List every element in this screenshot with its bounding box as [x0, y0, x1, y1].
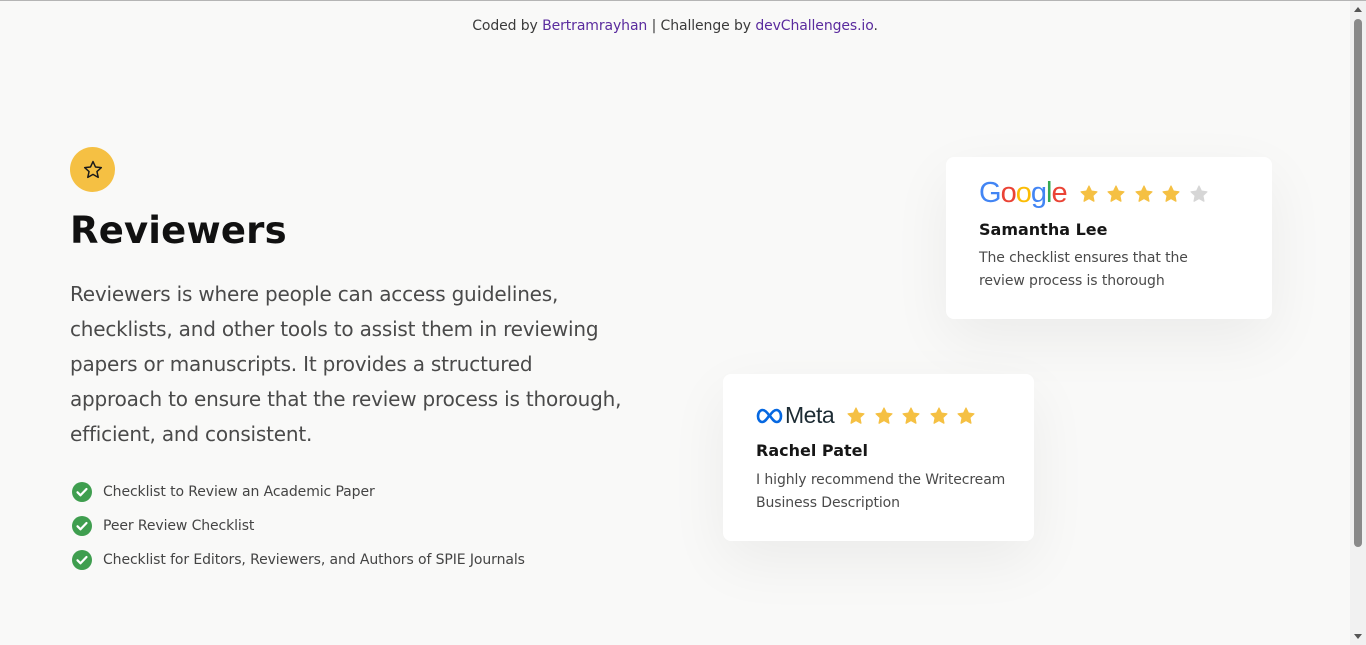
feature-list: Checklist to Review an Academic Paper Pe…: [72, 475, 525, 577]
devchallenges-link[interactable]: devChallenges.io: [755, 18, 873, 34]
vertical-scrollbar[interactable]: [1350, 1, 1366, 645]
star-filled-icon: [1107, 184, 1125, 202]
star-filled-icon: [1162, 184, 1180, 202]
google-logo: Google: [979, 177, 1068, 209]
credit-suffix: .: [873, 18, 878, 34]
scroll-thumb[interactable]: [1354, 19, 1362, 547]
star-filled-icon: [902, 406, 920, 424]
feature-text: Checklist for Editors, Reviewers, and Au…: [103, 552, 525, 568]
star-filled-icon: [847, 406, 865, 424]
check-circle-icon: [72, 482, 92, 502]
review-quote: I highly recommend the Writecream Busine…: [756, 472, 1006, 511]
credit-prefix: Coded by: [472, 18, 538, 34]
credit-separator: | Challenge by: [651, 18, 751, 34]
list-item: Peer Review Checklist: [72, 509, 525, 543]
hero-description: Reviewers is where people can access gui…: [70, 282, 622, 446]
feature-text: Checklist to Review an Academic Paper: [103, 484, 375, 500]
review-card-google: Google Samantha Lee The checklist ensure…: [946, 157, 1272, 319]
star-filled-icon: [1135, 184, 1153, 202]
star-filled-icon: [957, 406, 975, 424]
star-icon: [83, 160, 102, 178]
scroll-up-arrow-icon[interactable]: [1354, 7, 1362, 12]
star-empty-icon: [1190, 184, 1208, 202]
star-badge: [70, 147, 115, 192]
rating-stars: [1079, 184, 1217, 204]
review-card-meta: Meta Rachel Patel I highly recommend the…: [723, 374, 1034, 541]
reviewer-name: Rachel Patel: [756, 441, 868, 460]
author-link[interactable]: Bertramrayhan: [542, 18, 647, 34]
check-circle-icon: [72, 550, 92, 570]
check-circle-icon: [72, 516, 92, 536]
review-card-header: Meta: [756, 402, 984, 429]
star-filled-icon: [1080, 184, 1098, 202]
review-card-header: Google: [979, 179, 1216, 208]
reviewer-name: Samantha Lee: [979, 220, 1108, 239]
review-quote: The checklist ensures that the review pr…: [979, 250, 1188, 289]
rating-stars: [846, 406, 984, 426]
meta-infinity-icon: [756, 408, 783, 423]
meta-logo: Meta: [756, 402, 835, 429]
star-filled-icon: [875, 406, 893, 424]
feature-text: Peer Review Checklist: [103, 518, 255, 534]
list-item: Checklist for Editors, Reviewers, and Au…: [72, 543, 525, 577]
star-filled-icon: [930, 406, 948, 424]
page-title: Reviewers: [70, 209, 287, 252]
scroll-down-arrow-icon[interactable]: [1354, 634, 1362, 639]
meta-wordmark: Meta: [785, 402, 835, 428]
list-item: Checklist to Review an Academic Paper: [72, 475, 525, 509]
footer-credit: Coded by Bertramrayhan | Challenge by de…: [0, 18, 1350, 34]
